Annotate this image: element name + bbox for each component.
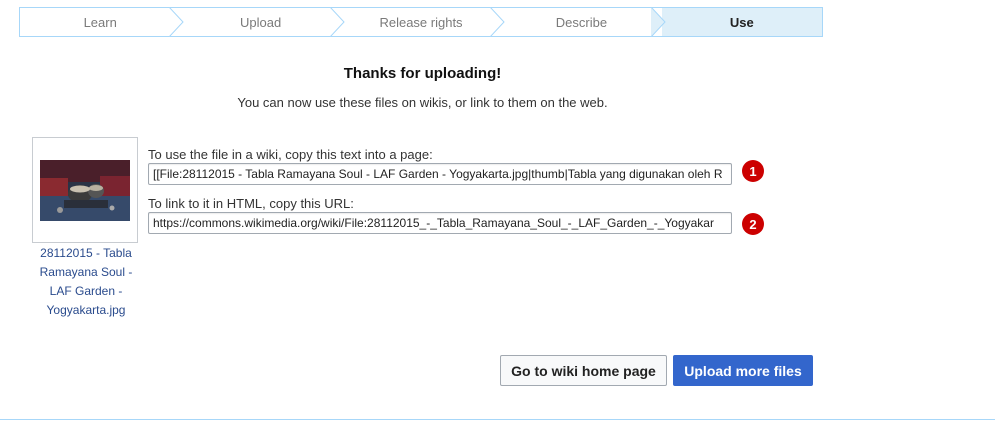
step-label: Use xyxy=(729,14,754,30)
step-label: Upload xyxy=(240,14,282,30)
step-label: Learn xyxy=(83,14,117,30)
step-release-rights: Release rights xyxy=(341,7,505,37)
file-name-link[interactable]: 28112015 - Tabla Ramayana Soul - LAF Gar… xyxy=(26,244,146,320)
url-label: To link to it in HTML, copy this URL: xyxy=(148,196,354,211)
step-divider-icon xyxy=(169,7,185,37)
step-divider-icon xyxy=(650,7,666,37)
upload-steps-bar: Learn Upload Release rights Describe Use xyxy=(19,7,823,37)
step-use: Use xyxy=(661,8,823,36)
wikitext-field[interactable] xyxy=(148,163,732,185)
step-learn: Learn xyxy=(20,7,185,37)
file-name-line[interactable]: Ramayana Soul - xyxy=(26,263,146,282)
step-divider-icon xyxy=(490,7,505,37)
page-title: Thanks for uploading! xyxy=(343,65,502,82)
step-number-badge: 1 xyxy=(742,160,764,182)
url-field[interactable] xyxy=(148,212,732,234)
page-subtitle: You can now use these files on wikis, or… xyxy=(237,95,608,110)
step-label: Describe xyxy=(555,14,608,30)
step-divider-icon xyxy=(329,7,345,37)
file-name-line[interactable]: LAF Garden - xyxy=(26,282,146,301)
step-label: Release rights xyxy=(379,14,463,30)
wikitext-label: To use the file in a wiki, copy this tex… xyxy=(148,147,433,162)
step-upload: Upload xyxy=(180,7,345,37)
file-name-line[interactable]: Yogyakarta.jpg xyxy=(26,301,146,320)
step-describe: Describe xyxy=(501,7,666,37)
footer-divider xyxy=(0,419,995,420)
upload-more-files-button[interactable]: Upload more files xyxy=(673,355,813,386)
go-to-wiki-home-button[interactable]: Go to wiki home page xyxy=(500,355,667,386)
file-thumbnail[interactable] xyxy=(32,137,138,243)
file-name-line[interactable]: 28112015 - Tabla xyxy=(26,244,146,263)
step-number-badge: 2 xyxy=(742,213,764,235)
thumbnail-image[interactable] xyxy=(40,160,130,221)
